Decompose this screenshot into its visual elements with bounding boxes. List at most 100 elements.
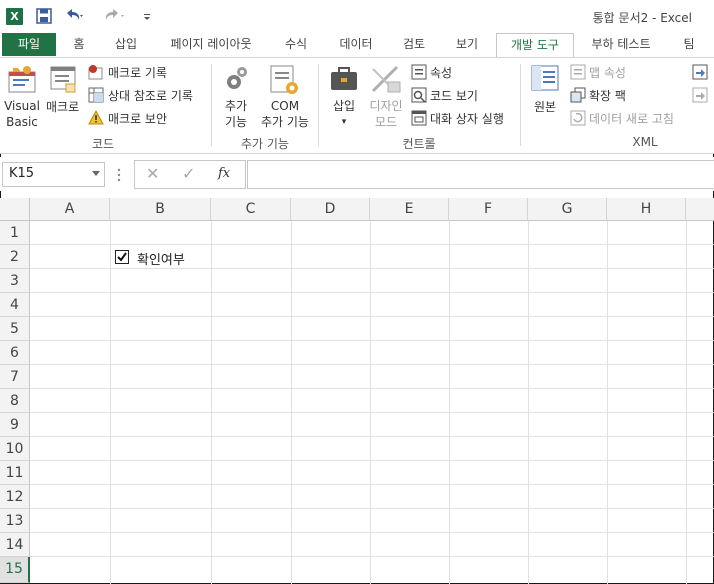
column-header-d[interactable]: D bbox=[291, 198, 370, 221]
column-header-c[interactable]: C bbox=[211, 198, 291, 221]
confirm-checkbox[interactable] bbox=[115, 250, 129, 264]
table-row[interactable] bbox=[30, 341, 714, 365]
tab-insert[interactable]: 삽입 bbox=[110, 33, 142, 56]
tab-developer[interactable]: 개발 도구 bbox=[496, 33, 574, 58]
row-header-6[interactable]: 6 bbox=[0, 341, 30, 365]
table-row[interactable] bbox=[30, 269, 714, 293]
chevron-down-icon[interactable] bbox=[92, 171, 100, 177]
add-ins-group-label: 추가 기능 bbox=[241, 137, 289, 151]
xml-group-label: XML bbox=[632, 135, 658, 149]
table-row[interactable] bbox=[30, 293, 714, 317]
macros-button[interactable]: 매크로 bbox=[46, 98, 79, 115]
relative-reference-icon bbox=[88, 87, 104, 103]
column-header-h[interactable]: H bbox=[607, 198, 686, 221]
title-bar: X 통합 문서2 - Excel bbox=[0, 0, 714, 33]
visual-basic-button[interactable]: Visual Basic bbox=[4, 98, 40, 130]
row-header-13[interactable]: 13 bbox=[0, 509, 30, 533]
row-header-7[interactable]: 7 bbox=[0, 365, 30, 389]
select-all-corner[interactable] bbox=[0, 198, 30, 221]
table-row[interactable] bbox=[30, 485, 714, 509]
row-header-2[interactable]: 2 bbox=[0, 245, 30, 269]
insert-function-icon[interactable]: fx bbox=[218, 166, 230, 181]
refresh-data-button[interactable]: 데이터 새로 고침 bbox=[589, 110, 674, 127]
table-row[interactable] bbox=[30, 413, 714, 437]
table-row[interactable] bbox=[30, 461, 714, 485]
map-properties-button[interactable]: 맵 속성 bbox=[589, 64, 626, 81]
redo-icon[interactable] bbox=[104, 7, 124, 25]
column-header-a[interactable]: A bbox=[30, 198, 110, 221]
ribbon: Visual Basic 매크로 매크로 기록 상대 참조로 기록 매크로 보안… bbox=[0, 57, 714, 154]
row-header-15[interactable]: 15 bbox=[0, 557, 30, 583]
table-row[interactable] bbox=[30, 221, 714, 245]
undo-icon[interactable] bbox=[63, 7, 83, 25]
properties-button[interactable]: 속성 bbox=[430, 64, 452, 81]
enter-entry-icon[interactable]: ✓ bbox=[182, 164, 195, 183]
table-row[interactable] bbox=[30, 533, 714, 557]
macro-security-button[interactable]: 매크로 보안 bbox=[108, 110, 167, 127]
com-add-ins-button[interactable]: COM 추가 기능 bbox=[256, 98, 314, 130]
relative-reference-button[interactable]: 상대 참조로 기록 bbox=[108, 87, 193, 104]
row-header-12[interactable]: 12 bbox=[0, 485, 30, 509]
tab-data[interactable]: 데이터 bbox=[334, 33, 378, 56]
row-header-5[interactable]: 5 bbox=[0, 317, 30, 341]
add-ins-icon bbox=[227, 67, 247, 89]
table-row[interactable] bbox=[30, 317, 714, 341]
ribbon-tabs: 파일 홈 삽입 페이지 레이아웃 수식 데이터 검토 보기 개발 도구 부하 테… bbox=[0, 33, 714, 58]
customize-quick-access-icon[interactable] bbox=[142, 7, 152, 25]
formula-input[interactable] bbox=[247, 160, 714, 189]
add-ins-button[interactable]: 추가 기능 bbox=[222, 98, 250, 130]
cancel-entry-icon[interactable]: ✕ bbox=[146, 164, 159, 183]
row-header-4[interactable]: 4 bbox=[0, 293, 30, 317]
run-dialog-button[interactable]: 대화 상자 실행 bbox=[430, 110, 504, 127]
row-header-14[interactable]: 14 bbox=[0, 533, 30, 557]
name-box[interactable]: K15 bbox=[2, 162, 105, 187]
column-header-e[interactable]: E bbox=[370, 198, 449, 221]
table-row[interactable] bbox=[30, 389, 714, 413]
code-group-label: 코드 bbox=[91, 137, 115, 151]
save-icon[interactable] bbox=[35, 7, 53, 25]
tab-file[interactable]: 파일 bbox=[2, 33, 56, 56]
checkmark-icon bbox=[117, 252, 127, 262]
tab-formulas[interactable]: 수식 bbox=[280, 33, 312, 56]
row-header-1[interactable]: 1 bbox=[0, 221, 30, 245]
row-header-10[interactable]: 10 bbox=[0, 437, 30, 461]
expansion-packs-icon bbox=[570, 87, 586, 103]
view-code-button[interactable]: 코드 보기 bbox=[430, 87, 478, 104]
table-row[interactable] bbox=[30, 365, 714, 389]
tab-load-test[interactable]: 부하 테스트 bbox=[585, 33, 657, 56]
excel-logo-icon: X bbox=[6, 8, 23, 25]
row-header-9[interactable]: 9 bbox=[0, 413, 30, 437]
column-header-b[interactable]: B bbox=[110, 198, 211, 221]
row-header-11[interactable]: 11 bbox=[0, 461, 30, 485]
map-properties-icon bbox=[570, 64, 586, 80]
resize-handle-icon[interactable] bbox=[117, 168, 121, 182]
checkbox-label: 확인여부 bbox=[137, 253, 185, 268]
table-row[interactable] bbox=[30, 437, 714, 461]
tab-review[interactable]: 검토 bbox=[398, 33, 430, 56]
xml-import-icon bbox=[692, 64, 708, 80]
window-title: 통합 문서2 - Excel bbox=[592, 11, 692, 25]
row-header-3[interactable]: 3 bbox=[0, 269, 30, 293]
controls-group-label: 컨트롤 bbox=[402, 137, 436, 151]
design-mode-button[interactable]: 디자인 모드 bbox=[366, 98, 406, 130]
tab-page-layout[interactable]: 페이지 레이아웃 bbox=[163, 33, 259, 56]
record-macro-button[interactable]: 매크로 기록 bbox=[108, 64, 167, 81]
table-row[interactable] bbox=[30, 557, 714, 581]
com-add-ins-icon bbox=[270, 65, 298, 94]
expansion-packs-button[interactable]: 확장 팩 bbox=[589, 87, 626, 104]
table-row[interactable] bbox=[30, 509, 714, 533]
refresh-data-icon bbox=[570, 110, 586, 126]
group-separator bbox=[520, 64, 521, 146]
record-macro-icon bbox=[88, 65, 103, 80]
tab-view[interactable]: 보기 bbox=[451, 33, 483, 56]
row-header-8[interactable]: 8 bbox=[0, 389, 30, 413]
insert-controls-button[interactable]: 삽입 ▾ bbox=[329, 98, 359, 130]
column-header-partial[interactable] bbox=[686, 198, 714, 221]
tab-team[interactable]: 팀 bbox=[678, 33, 700, 56]
table-row[interactable] bbox=[30, 245, 714, 269]
tab-home[interactable]: 홈 bbox=[68, 33, 90, 56]
column-header-g[interactable]: G bbox=[528, 198, 607, 221]
column-header-f[interactable]: F bbox=[449, 198, 528, 221]
xml-source-button[interactable]: 원본 bbox=[534, 98, 556, 115]
properties-icon bbox=[411, 64, 427, 80]
